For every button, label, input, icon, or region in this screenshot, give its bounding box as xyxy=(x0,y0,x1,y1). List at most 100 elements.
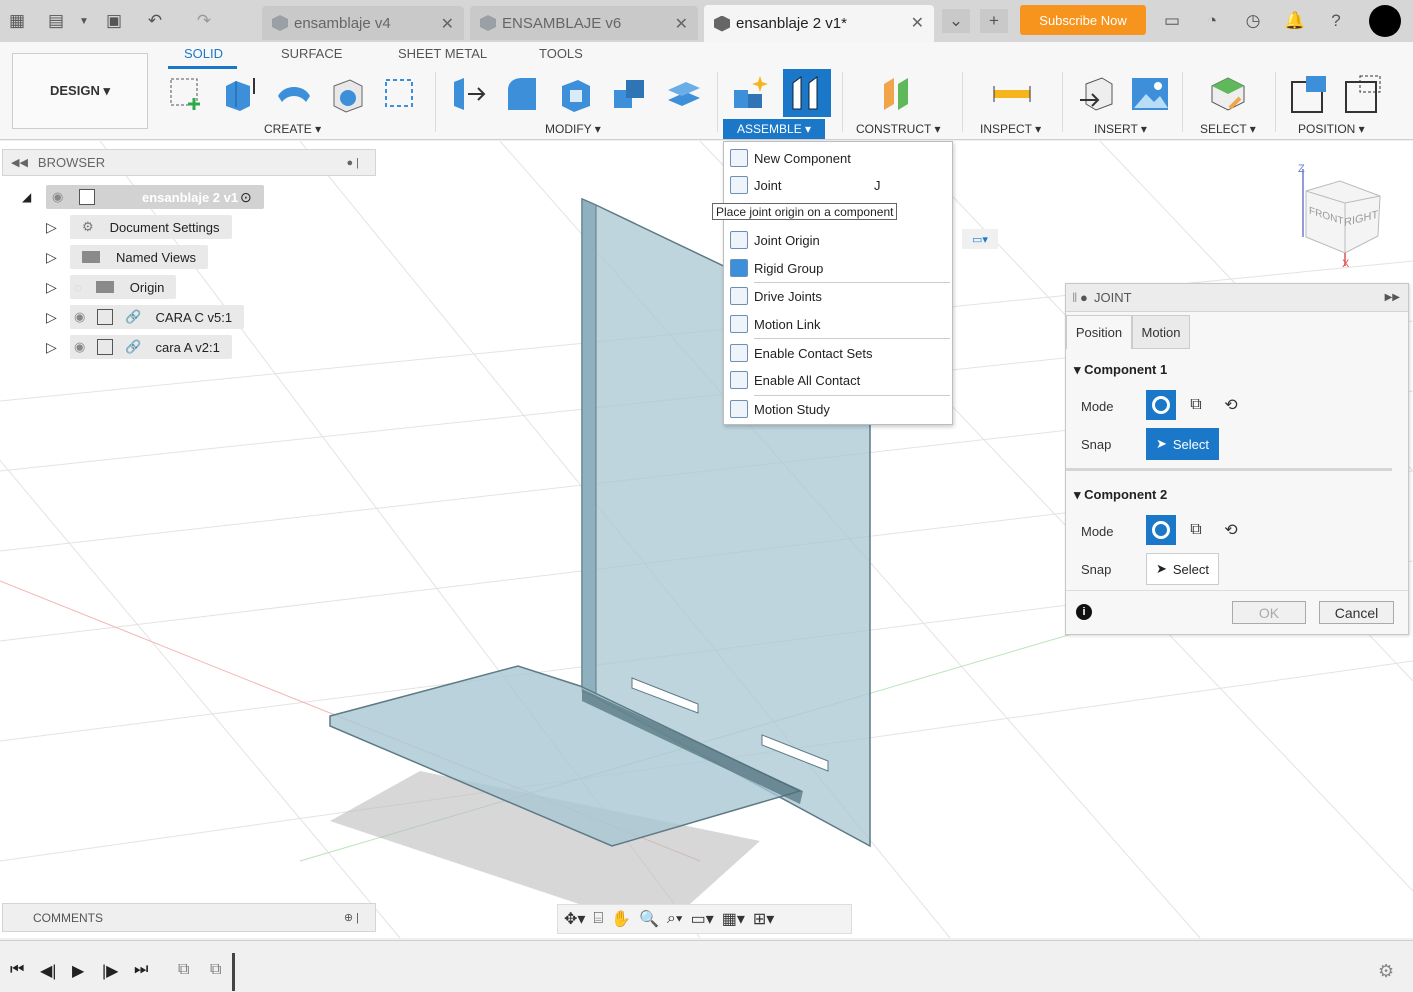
tab-motion[interactable]: Motion xyxy=(1132,315,1190,349)
extrude-icon[interactable] xyxy=(220,74,260,114)
select-group-label[interactable]: SELECT ▾ xyxy=(1200,122,1256,136)
offset-plane-icon[interactable] xyxy=(880,74,920,114)
browser-root-node[interactable]: ◢ ◉ ensanblaje 2 v1 ⊙ xyxy=(22,185,382,209)
subscribe-button[interactable]: Subscribe Now xyxy=(1020,5,1146,35)
collapse-triangle-icon[interactable]: ◢ xyxy=(22,190,31,204)
zoom-icon[interactable]: 🔍 xyxy=(639,909,659,929)
visibility-eye-icon[interactable]: ◉ xyxy=(52,189,63,205)
menu-item-motion-link[interactable]: Motion Link xyxy=(724,312,952,336)
notifications-chat-icon[interactable]: ▭ xyxy=(1160,9,1184,33)
expand-triangle-icon[interactable]: ▷ xyxy=(46,309,57,326)
construct-group-label[interactable]: CONSTRUCT ▾ xyxy=(856,122,940,136)
position-group-label[interactable]: POSITION ▾ xyxy=(1298,122,1365,136)
expand-dialog-icon[interactable]: ▶▶ xyxy=(1385,292,1400,303)
joint-dialog-header[interactable]: ‖ ● JOINT ▶▶ xyxy=(1066,284,1408,312)
apps-grid-icon[interactable]: ▦ xyxy=(5,9,29,33)
menu-item-drive-joints[interactable]: Drive Joints xyxy=(724,284,952,308)
timeline-marker[interactable] xyxy=(232,953,235,991)
hidden-eye-icon[interactable]: ◌ xyxy=(74,280,82,295)
combine-icon[interactable] xyxy=(610,74,650,114)
ribbon-tab-surface[interactable]: SURFACE xyxy=(281,46,342,61)
timeline-feature-link-icon[interactable]: ⧉ xyxy=(178,961,189,979)
expand-triangle-icon[interactable]: ▷ xyxy=(46,219,57,236)
mode-between-two-faces-button[interactable]: ⧉ xyxy=(1181,390,1211,420)
create-group-label[interactable]: CREATE ▾ xyxy=(264,122,321,136)
extensions-icon[interactable]: ◔ xyxy=(1200,9,1224,33)
ribbon-tab-solid[interactable]: SOLID xyxy=(184,46,223,61)
fit-window-icon[interactable]: ⌕▾ xyxy=(667,910,683,928)
document-tab-2[interactable]: ENSAMBLAJE v6 ✕ xyxy=(470,6,698,40)
mode-simple-button[interactable] xyxy=(1146,515,1176,545)
browser-item-named-views[interactable]: ▷ Named Views xyxy=(0,245,380,269)
go-to-start-icon[interactable]: ⏮ xyxy=(10,961,24,979)
browser-item-cara-c[interactable]: ▷ ◉ 🔗 CARA C v5:1 xyxy=(0,305,380,329)
file-dropdown-chevron-icon[interactable]: ▼ xyxy=(72,9,96,33)
create-form-icon[interactable] xyxy=(380,74,420,114)
fillet-icon[interactable] xyxy=(502,74,542,114)
close-tab-icon[interactable]: ✕ xyxy=(675,14,688,34)
look-at-icon[interactable]: ⌸ xyxy=(593,910,603,928)
menu-item-joint-origin[interactable]: Joint Origin xyxy=(724,228,952,252)
undo-icon[interactable]: ↶ xyxy=(143,9,167,33)
component-2-select-button[interactable]: ➤ Select xyxy=(1146,553,1219,585)
capture-position-icon[interactable] xyxy=(1288,74,1328,114)
revert-position-icon[interactable] xyxy=(1342,74,1382,114)
step-forward-icon[interactable]: |▶ xyxy=(102,961,118,981)
create-sketch-icon[interactable] xyxy=(166,74,206,114)
measure-icon[interactable] xyxy=(992,74,1032,114)
menu-item-rigid-group[interactable]: Rigid Group xyxy=(724,256,952,280)
drag-handle-icon[interactable]: ‖ xyxy=(1072,290,1077,305)
mode-between-two-faces-button[interactable]: ⧉ xyxy=(1181,515,1211,545)
browser-item-origin[interactable]: ▷ ◌ Origin xyxy=(0,275,380,299)
insert-group-label[interactable]: INSERT ▾ xyxy=(1094,122,1147,136)
add-comment-icon[interactable]: ⊕ | xyxy=(344,911,359,924)
shell-box-icon[interactable] xyxy=(328,74,368,114)
cancel-button[interactable]: Cancel xyxy=(1319,601,1394,624)
visibility-eye-icon[interactable]: ◉ xyxy=(74,309,85,325)
joint-tool-button-active[interactable] xyxy=(783,69,831,117)
go-to-end-icon[interactable]: ⏭ xyxy=(134,961,148,979)
menu-item-joint[interactable]: Joint J xyxy=(724,173,952,197)
shell-icon[interactable] xyxy=(556,74,596,114)
insert-derive-icon[interactable] xyxy=(1078,74,1118,114)
menu-item-enable-contact-sets[interactable]: Enable Contact Sets xyxy=(724,341,952,365)
workspace-switcher-button[interactable]: DESIGN ▾ xyxy=(12,53,148,129)
offset-face-icon[interactable] xyxy=(664,74,704,114)
user-avatar[interactable] xyxy=(1369,5,1401,37)
redo-icon[interactable]: ↷ xyxy=(192,9,216,33)
gear-icon[interactable]: ⚙ xyxy=(1378,961,1394,982)
component-2-section-header[interactable]: ▾ Component 2 xyxy=(1074,487,1167,503)
timeline-feature-link-icon[interactable]: ⧉ xyxy=(210,961,221,979)
visibility-eye-icon[interactable]: ◉ xyxy=(74,339,85,355)
info-icon[interactable]: i xyxy=(1076,604,1092,620)
grid-settings-icon[interactable]: ▦▾ xyxy=(722,909,745,929)
expand-triangle-icon[interactable]: ▷ xyxy=(46,339,57,356)
menu-item-new-component[interactable]: New Component xyxy=(724,146,952,170)
press-pull-icon[interactable] xyxy=(448,74,488,114)
collapse-panel-icon[interactable]: ◀◀ xyxy=(11,156,28,169)
new-tab-plus-icon[interactable]: + xyxy=(980,9,1008,33)
display-settings-dropdown-icon[interactable]: ▭▾ xyxy=(962,229,998,249)
insert-image-icon[interactable] xyxy=(1130,74,1170,114)
ribbon-tab-tools[interactable]: TOOLS xyxy=(539,46,583,61)
file-menu-icon[interactable]: ▤ xyxy=(44,9,68,33)
step-back-icon[interactable]: ◀| xyxy=(40,961,56,981)
new-component-icon[interactable] xyxy=(730,74,770,114)
browser-item-cara-a[interactable]: ▷ ◉ 🔗 cara A v2:1 xyxy=(0,335,380,359)
tab-overflow-chevron-icon[interactable]: ⌄ xyxy=(942,9,970,33)
expand-triangle-icon[interactable]: ▷ xyxy=(46,279,57,296)
close-tab-icon[interactable]: ✕ xyxy=(441,14,454,34)
ok-button[interactable]: OK xyxy=(1232,601,1306,624)
revolve-icon[interactable] xyxy=(274,74,314,114)
modify-group-label[interactable]: MODIFY ▾ xyxy=(545,122,601,136)
menu-item-enable-all-contact[interactable]: Enable All Contact xyxy=(724,368,952,392)
help-icon[interactable]: ? xyxy=(1324,9,1348,33)
mode-two-edge-intersection-button[interactable]: ⟲ xyxy=(1216,515,1246,545)
browser-item-document-settings[interactable]: ▷ ⚙ Document Settings xyxy=(0,215,380,239)
save-icon[interactable]: ▣ xyxy=(102,9,126,33)
expand-triangle-icon[interactable]: ▷ xyxy=(46,249,57,266)
orbit-icon[interactable]: ✥▾ xyxy=(564,909,585,929)
play-icon[interactable]: ▶ xyxy=(72,961,84,981)
document-tab-3[interactable]: ensanblaje 2 v1* ✕ xyxy=(704,5,934,42)
mode-two-edge-intersection-button[interactable]: ⟲ xyxy=(1216,390,1246,420)
